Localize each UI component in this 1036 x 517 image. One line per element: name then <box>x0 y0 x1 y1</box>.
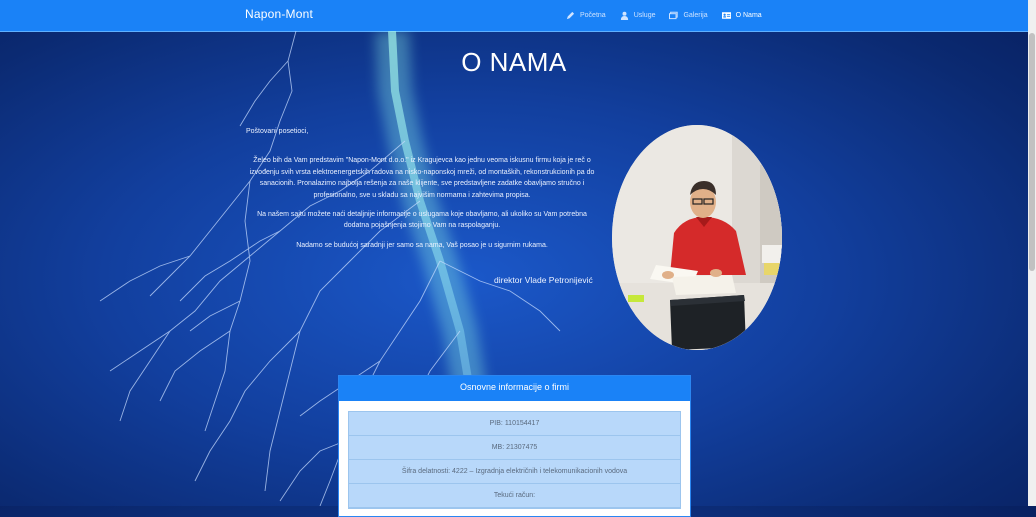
about-paragraph: Nadamo se budućoj saradnji jer samo sa n… <box>296 241 548 249</box>
nav-item-label: O Nama <box>735 12 762 19</box>
company-info-card: Osnovne informacije o firmi PIB: 1101544… <box>338 375 691 517</box>
nav-item-label: Početna <box>580 12 606 19</box>
greeting-text: Poštovani posetioci, <box>246 128 309 135</box>
user-icon <box>620 11 629 20</box>
nav-item-label: Usluge <box>633 12 656 19</box>
about-paragraph: Želeo bih da Vam predstavim "Napon-Mont … <box>249 157 595 199</box>
nav-item-o-nama[interactable]: O Nama <box>721 11 762 20</box>
director-photo <box>612 125 782 350</box>
nav-item-pocetna[interactable]: Početna <box>566 11 606 20</box>
info-row-pib: PIB: 110154417 <box>349 412 680 436</box>
company-info-list: PIB: 110154417 MB: 21307475 Šifra delatn… <box>348 411 681 509</box>
scrollbar-thumb[interactable] <box>1029 33 1035 271</box>
page-title: O NAMA <box>461 47 567 77</box>
director-signature: direktor Vlade Petronijević <box>494 275 593 285</box>
info-row-mb: MB: 21307475 <box>349 436 680 460</box>
image-icon <box>669 11 679 20</box>
brand-logo[interactable]: Napon-Mont <box>245 7 313 21</box>
id-card-icon <box>721 11 731 20</box>
info-row-activity-code: Šifra delatnosti: 4222 – Izgradnja elekt… <box>349 460 680 484</box>
nav-item-galerija[interactable]: Galerija <box>669 11 708 20</box>
nav-item-label: Galerija <box>683 12 708 19</box>
page-scrollbar[interactable] <box>1028 0 1036 506</box>
about-paragraph: Na našem sajtu možete naći detaljnije in… <box>257 211 587 230</box>
top-navbar: Napon-Mont Početna Usluge Galerija O Nam… <box>0 0 1028 32</box>
info-row-bank-account: Tekući račun: <box>349 484 680 508</box>
nav-item-usluge[interactable]: Usluge <box>620 11 656 20</box>
pencil-icon <box>566 11 575 20</box>
nav-menu: Početna Usluge Galerija O Nama <box>566 0 762 31</box>
company-info-header: Osnovne informacije o firmi <box>339 376 690 401</box>
about-text: Poštovani posetioci, Želeo bih da Vam pr… <box>246 126 598 259</box>
